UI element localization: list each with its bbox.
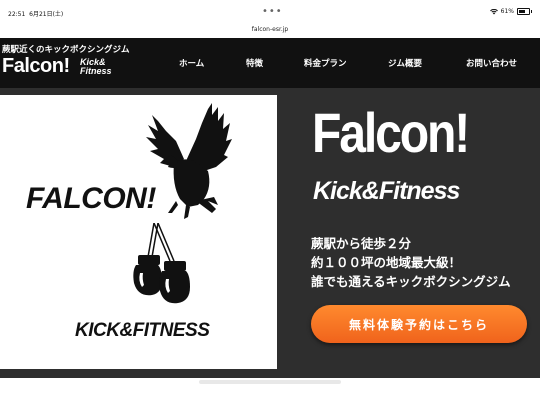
hero-line-3: 誰でも通えるキックボクシングジム <box>311 274 511 289</box>
battery-icon <box>517 8 532 15</box>
free-trial-button-label: 無料体験予約はこちら <box>348 317 489 332</box>
wifi-icon <box>489 8 498 14</box>
hero-section: FALCON! KICK&FITNESS Falcon! Kick&Fitnes… <box>0 88 540 378</box>
address-bar[interactable]: falcon-esr.jp <box>0 22 540 38</box>
nav-features[interactable]: 特徴 <box>246 57 263 69</box>
site-logo[interactable]: Falcon! <box>2 55 70 78</box>
status-date: 6月21日(土) <box>29 11 64 18</box>
hero-subtitle: Kick&Fitness <box>313 177 460 205</box>
nav-pricing[interactable]: 料金プラン <box>304 57 347 69</box>
art-kick-text: KICK&FITNESS <box>75 320 210 341</box>
hero-description: 蕨駅から徒歩２分 約１００坪の地域最大級！ 誰でも通えるキックボクシングジム <box>311 234 511 291</box>
battery-percent: 61% <box>500 8 514 15</box>
nav-home[interactable]: ホーム <box>179 57 204 69</box>
logo-sub-line-2: Fitness <box>80 66 112 76</box>
hero-title: Falcon! <box>312 101 470 164</box>
art-falcon-text: FALCON! <box>26 182 156 215</box>
nav-contact[interactable]: お問い合わせ <box>466 57 517 69</box>
status-time: 22:51 6月21日(土) <box>8 9 63 18</box>
nav-gym-info[interactable]: ジム概要 <box>388 57 422 69</box>
hero-line-1: 蕨駅から徒歩２分 <box>311 236 412 251</box>
site-logo-sub[interactable]: Kick& Fitness <box>80 58 118 76</box>
url-text[interactable]: falcon-esr.jp <box>252 26 289 33</box>
hero-line-2: 約１００坪の地域最大級！ <box>311 255 462 270</box>
status-clock: 22:51 <box>8 11 26 18</box>
hero-logo-image: FALCON! KICK&FITNESS <box>0 95 277 369</box>
site-header: 蕨駅近くのキックボクシングジム Falcon! Kick& Fitness ホー… <box>0 38 540 88</box>
status-indicators: 61% <box>489 8 532 15</box>
home-indicator[interactable] <box>199 380 341 384</box>
boxing-gloves-icon <box>133 223 190 304</box>
status-bar: 22:51 6月21日(土) ••• 61% <box>0 0 540 22</box>
free-trial-button[interactable]: 無料体験予約はこちら <box>311 305 527 343</box>
header-tagline: 蕨駅近くのキックボクシングジム <box>2 45 130 55</box>
multitask-dots-icon[interactable]: ••• <box>262 6 283 17</box>
